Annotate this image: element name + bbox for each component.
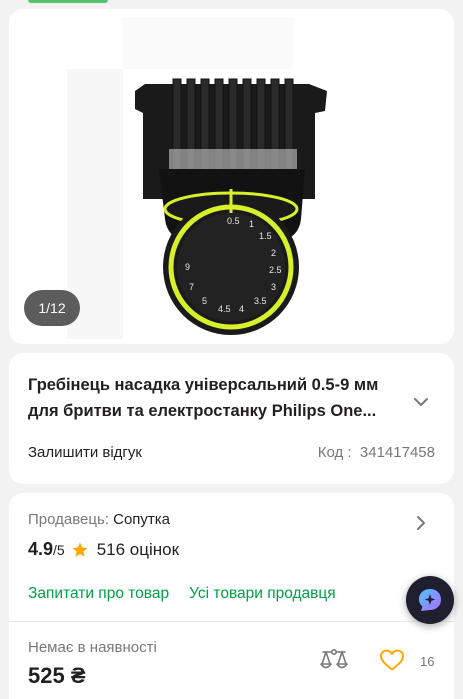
favorites-count: 16	[420, 654, 435, 669]
product-image[interactable]: 0.5 1 1.5 2 2.5 3 3.5 4 4.5 5 7 9	[9, 9, 454, 344]
price: 525 ₴	[28, 663, 86, 688]
svg-text:0.5: 0.5	[227, 216, 240, 226]
svg-text:9: 9	[185, 262, 190, 272]
ask-about-product-link[interactable]: Запитати про товар	[28, 585, 169, 603]
image-counter: 1/12	[24, 290, 80, 326]
sparkle-chat-icon	[419, 589, 441, 611]
tab-indicator	[28, 0, 108, 3]
compare-scales-icon[interactable]	[319, 648, 349, 674]
svg-text:4.5: 4.5	[218, 304, 231, 314]
heart-icon[interactable]	[379, 648, 405, 672]
seller-name[interactable]: Сопутка	[113, 511, 170, 528]
product-title[interactable]: Гребінець насадка універсальний 0.5-9 мм…	[28, 372, 408, 424]
star-icon	[72, 542, 88, 557]
svg-text:2: 2	[271, 248, 276, 258]
chevron-down-icon[interactable]	[409, 390, 433, 414]
ai-assistant-button[interactable]	[406, 576, 454, 624]
svg-text:2.5: 2.5	[269, 265, 282, 275]
product-code: Код : 341417458	[318, 444, 435, 461]
product-gallery[interactable]: 0.5 1 1.5 2 2.5 3 3.5 4 4.5 5 7 9 1/12	[9, 9, 454, 344]
rating-score: 4.9	[28, 539, 54, 559]
divider	[9, 621, 454, 622]
stock-status: Немає в наявності	[28, 639, 157, 656]
svg-text:7: 7	[189, 282, 194, 292]
rating-count[interactable]: 516 оцінок	[97, 540, 179, 560]
top-strip	[0, 0, 463, 9]
svg-text:1: 1	[249, 219, 254, 229]
seller-label: Продавець:	[28, 511, 109, 528]
product-code-value: 341417458	[359, 444, 435, 461]
svg-text:3.5: 3.5	[254, 296, 267, 306]
svg-text:4: 4	[239, 304, 244, 314]
leave-review-link[interactable]: Залишити відгук	[28, 444, 142, 461]
seller-line[interactable]: Продавець: Сопутка	[28, 511, 170, 528]
svg-text:3: 3	[271, 282, 276, 292]
svg-text:5: 5	[202, 296, 207, 306]
product-code-label: Код :	[317, 444, 352, 461]
all-seller-goods-link[interactable]: Усі товари продавця	[189, 585, 336, 603]
product-title-card: Гребінець насадка універсальний 0.5-9 мм…	[9, 353, 454, 484]
chevron-right-icon[interactable]	[409, 511, 433, 535]
seller-rating: 4.9 /5 516 оцінок	[28, 539, 179, 560]
svg-text:1.5: 1.5	[259, 231, 272, 241]
seller-card: Продавець: Сопутка 4.9 /5 516 оцінок Зап…	[9, 493, 454, 699]
seller-links: Запитати про товар Усі товари продавця	[28, 585, 336, 603]
rating-max: /5	[53, 542, 65, 558]
